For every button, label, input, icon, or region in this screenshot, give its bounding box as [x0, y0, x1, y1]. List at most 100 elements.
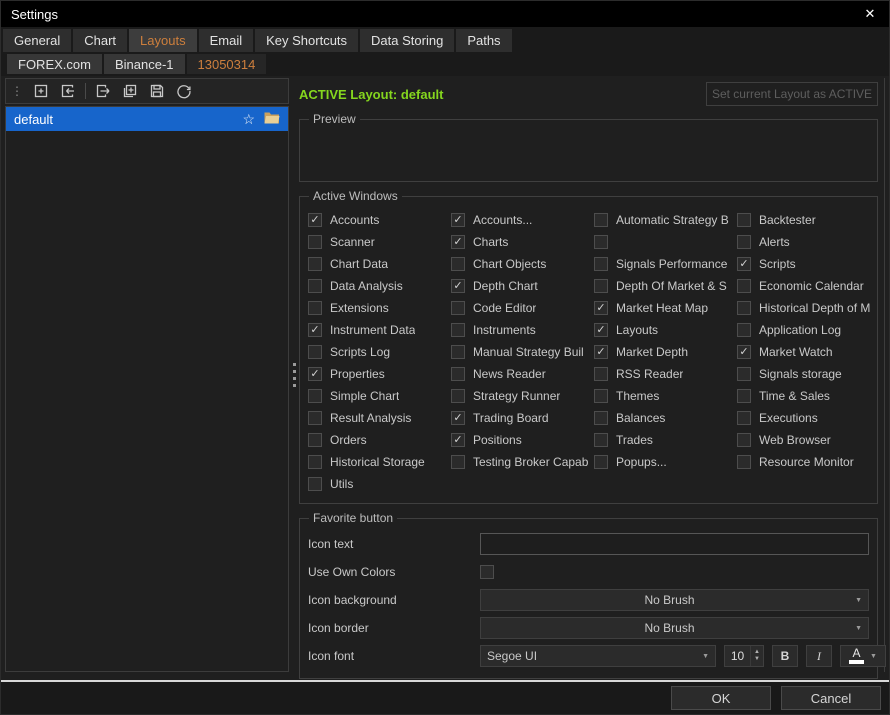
checkbox-unchecked[interactable] — [451, 301, 465, 315]
tab-key-shortcuts[interactable]: Key Shortcuts — [255, 29, 358, 52]
italic-button[interactable]: I — [806, 645, 832, 667]
open-folder-icon[interactable] — [264, 111, 280, 127]
subtab-binance-1[interactable]: Binance-1 — [104, 54, 185, 74]
checkbox-item[interactable]: Application Log — [737, 319, 880, 341]
favorite-star-icon[interactable]: ☆ — [242, 112, 255, 126]
checkbox-item[interactable]: Code Editor — [451, 297, 594, 319]
checkbox-item[interactable]: Balances — [594, 407, 737, 429]
checkbox-item[interactable]: Historical Depth of M — [737, 297, 880, 319]
add-layout-icon[interactable] — [31, 81, 51, 101]
checkbox-item[interactable]: Economic Calendar — [737, 275, 880, 297]
tab-layouts[interactable]: Layouts — [129, 29, 197, 52]
checkbox-unchecked[interactable] — [451, 389, 465, 403]
checkbox-unchecked[interactable] — [308, 301, 322, 315]
checkbox-checked[interactable]: ✓ — [594, 301, 608, 315]
checkbox-unchecked[interactable] — [737, 367, 751, 381]
checkbox-checked[interactable]: ✓ — [308, 323, 322, 337]
checkbox-checked[interactable]: ✓ — [308, 367, 322, 381]
checkbox-item[interactable]: Signals storage — [737, 363, 880, 385]
checkbox-unchecked[interactable] — [308, 433, 322, 447]
checkbox-item[interactable]: ✓Layouts — [594, 319, 737, 341]
icon-text-input[interactable] — [480, 533, 869, 555]
checkbox-unchecked[interactable] — [737, 213, 751, 227]
checkbox-item[interactable]: Result Analysis — [308, 407, 451, 429]
checkbox-item[interactable]: ✓Market Depth — [594, 341, 737, 363]
checkbox-unchecked[interactable] — [594, 367, 608, 381]
import-layout-icon[interactable] — [58, 81, 78, 101]
close-icon[interactable]: ✕ — [861, 6, 879, 22]
checkbox-unchecked[interactable] — [308, 257, 322, 271]
subtab-13050314[interactable]: 13050314 — [187, 54, 267, 74]
tab-email[interactable]: Email — [199, 29, 254, 52]
checkbox-unchecked[interactable] — [737, 411, 751, 425]
tab-data-storing[interactable]: Data Storing — [360, 29, 454, 52]
checkbox-unchecked[interactable] — [594, 433, 608, 447]
checkbox-unchecked[interactable] — [594, 213, 608, 227]
checkbox-unchecked[interactable] — [308, 389, 322, 403]
stepper-arrows[interactable]: ▲▼ — [750, 646, 763, 666]
checkbox-item[interactable]: Time & Sales — [737, 385, 880, 407]
checkbox-item[interactable]: Instruments — [451, 319, 594, 341]
tab-general[interactable]: General — [3, 29, 71, 52]
checkbox-unchecked[interactable] — [451, 323, 465, 337]
font-size-stepper[interactable]: 10 ▲▼ — [724, 645, 764, 667]
checkbox-unchecked[interactable] — [737, 279, 751, 293]
panel-splitter[interactable] — [289, 78, 299, 672]
checkbox-item[interactable]: Automatic Strategy B — [594, 209, 737, 231]
checkbox-unchecked[interactable] — [737, 301, 751, 315]
layout-list[interactable]: default☆ — [5, 106, 289, 672]
checkbox-item[interactable]: RSS Reader — [594, 363, 737, 385]
checkbox-item[interactable]: Scripts Log — [308, 341, 451, 363]
export-layout-icon[interactable] — [93, 81, 113, 101]
checkbox-unchecked[interactable] — [737, 433, 751, 447]
save-layout-icon[interactable] — [147, 81, 167, 101]
checkbox-checked[interactable]: ✓ — [737, 345, 751, 359]
checkbox-item[interactable]: ✓Scripts — [737, 253, 880, 275]
cancel-button[interactable]: Cancel — [781, 686, 881, 710]
checkbox-checked[interactable]: ✓ — [737, 257, 751, 271]
icon-font-dropdown[interactable]: Segoe UI ▼ — [480, 645, 716, 667]
checkbox-unchecked[interactable] — [451, 257, 465, 271]
checkbox-item[interactable]: Backtester — [737, 209, 880, 231]
checkbox-item[interactable]: ✓Depth Chart — [451, 275, 594, 297]
checkbox-unchecked[interactable] — [594, 411, 608, 425]
checkbox-checked[interactable]: ✓ — [594, 345, 608, 359]
checkbox-unchecked[interactable] — [737, 455, 751, 469]
checkbox-checked[interactable]: ✓ — [308, 213, 322, 227]
icon-border-dropdown[interactable]: No Brush ▼ — [480, 617, 869, 639]
checkbox-checked[interactable]: ✓ — [451, 433, 465, 447]
checkbox-item[interactable]: Chart Objects — [451, 253, 594, 275]
checkbox-item[interactable]: Resource Monitor — [737, 451, 880, 473]
checkbox-item[interactable]: ✓Positions — [451, 429, 594, 451]
checkbox-unchecked[interactable] — [737, 323, 751, 337]
checkbox-item[interactable]: Themes — [594, 385, 737, 407]
checkbox-item[interactable]: Utils — [308, 473, 451, 495]
checkbox-item[interactable]: ✓Market Heat Map — [594, 297, 737, 319]
checkbox-item[interactable]: Extensions — [308, 297, 451, 319]
checkbox-item[interactable]: Chart Data — [308, 253, 451, 275]
bold-button[interactable]: B — [772, 645, 798, 667]
checkbox-unchecked[interactable] — [737, 389, 751, 403]
checkbox-item[interactable]: Testing Broker Capab — [451, 451, 594, 473]
font-color-button[interactable]: A ▼ — [840, 645, 886, 667]
checkbox-item[interactable]: ✓Accounts — [308, 209, 451, 231]
duplicate-layout-icon[interactable] — [120, 81, 140, 101]
tab-paths[interactable]: Paths — [456, 29, 511, 52]
checkbox-item[interactable]: ✓Instrument Data — [308, 319, 451, 341]
checkbox-item[interactable]: Signals Performance — [594, 253, 737, 275]
refresh-icon[interactable] — [174, 81, 194, 101]
checkbox-item[interactable]: ✓Market Watch — [737, 341, 880, 363]
checkbox-item[interactable]: Strategy Runner — [451, 385, 594, 407]
checkbox-checked[interactable]: ✓ — [451, 213, 465, 227]
checkbox-unchecked[interactable] — [594, 389, 608, 403]
checkbox-item[interactable]: ✓Charts — [451, 231, 594, 253]
checkbox-unchecked[interactable] — [308, 345, 322, 359]
checkbox-item[interactable]: Data Analysis — [308, 275, 451, 297]
checkbox-unchecked[interactable] — [594, 235, 608, 249]
checkbox-item[interactable]: Depth Of Market & S — [594, 275, 737, 297]
checkbox-checked[interactable]: ✓ — [594, 323, 608, 337]
icon-background-dropdown[interactable]: No Brush ▼ — [480, 589, 869, 611]
checkbox-item[interactable]: ✓Accounts... — [451, 209, 594, 231]
checkbox-item[interactable]: ✓Trading Board — [451, 407, 594, 429]
checkbox-item[interactable]: Executions — [737, 407, 880, 429]
